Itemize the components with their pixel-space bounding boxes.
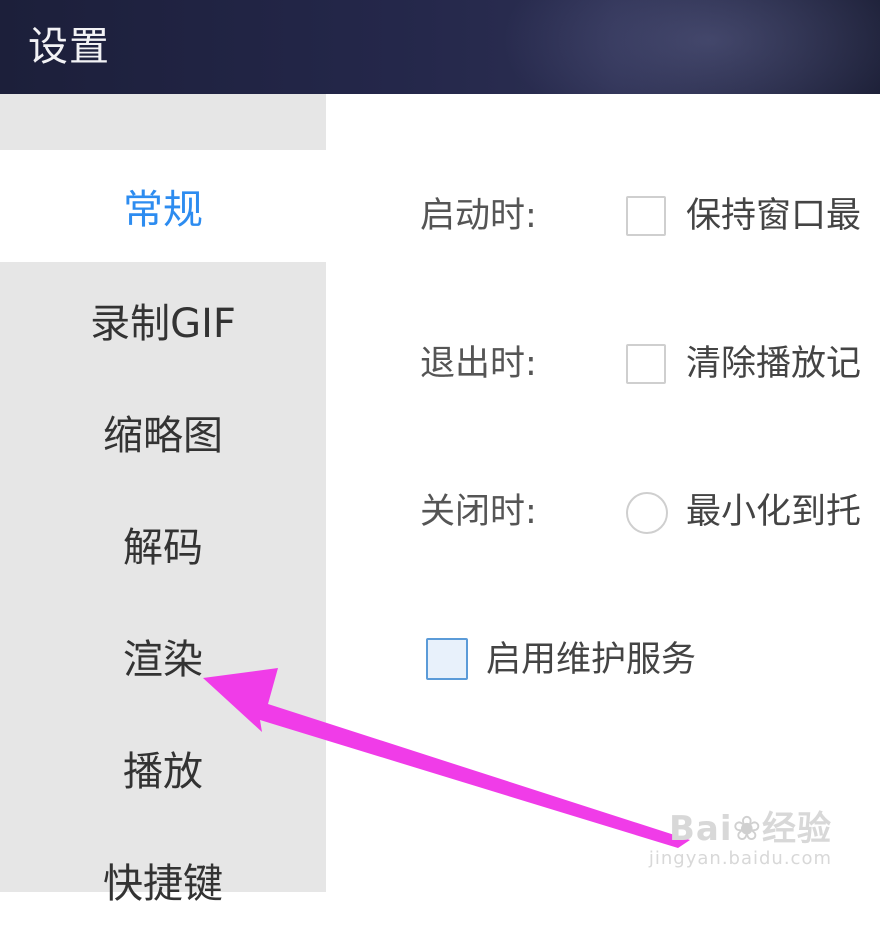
sidebar-item-shortcuts[interactable]: 快捷键	[0, 824, 326, 936]
sidebar-item-playback[interactable]: 播放	[0, 712, 326, 824]
close-option-text: 最小化到托	[686, 492, 862, 532]
startup-checkbox[interactable]	[626, 196, 666, 236]
startup-option-text: 保持窗口最	[686, 196, 862, 236]
title-bar: 设置	[0, 0, 880, 94]
watermark-url: jingyan.baidu.com	[648, 848, 832, 869]
baidu-paw-icon: ❀	[732, 809, 762, 849]
exit-label: 退出时:	[420, 344, 537, 384]
exit-option-text: 清除播放记	[686, 344, 862, 384]
settings-sidebar: 常规 录制GIF 缩略图 解码 渲染 播放 快捷键	[0, 94, 326, 907]
sidebar-item-render[interactable]: 渲染	[0, 600, 326, 712]
title-bar-glow	[500, 0, 880, 94]
sidebar-item-thumbnail[interactable]: 缩略图	[0, 376, 326, 488]
exit-checkbox[interactable]	[626, 344, 666, 384]
watermark-logo-left: Bai	[668, 809, 733, 849]
sidebar-item-record-gif[interactable]: 录制GIF	[0, 264, 326, 376]
sidebar-item-general[interactable]: 常规	[0, 150, 326, 262]
close-label: 关闭时:	[420, 492, 537, 532]
maintenance-option-text: 启用维护服务	[486, 640, 697, 680]
window-title: 设置	[28, 24, 110, 70]
sidebar-item-decode[interactable]: 解码	[0, 488, 326, 600]
watermark-logo-right: 经验	[762, 809, 832, 849]
close-minimize-radio[interactable]	[626, 492, 668, 534]
baidu-watermark: Bai❀经验 jingyan.baidu.com	[649, 810, 832, 870]
watermark-logo: Bai❀经验	[649, 810, 832, 848]
startup-label: 启动时:	[420, 196, 537, 236]
maintenance-checkbox[interactable]	[426, 638, 468, 680]
